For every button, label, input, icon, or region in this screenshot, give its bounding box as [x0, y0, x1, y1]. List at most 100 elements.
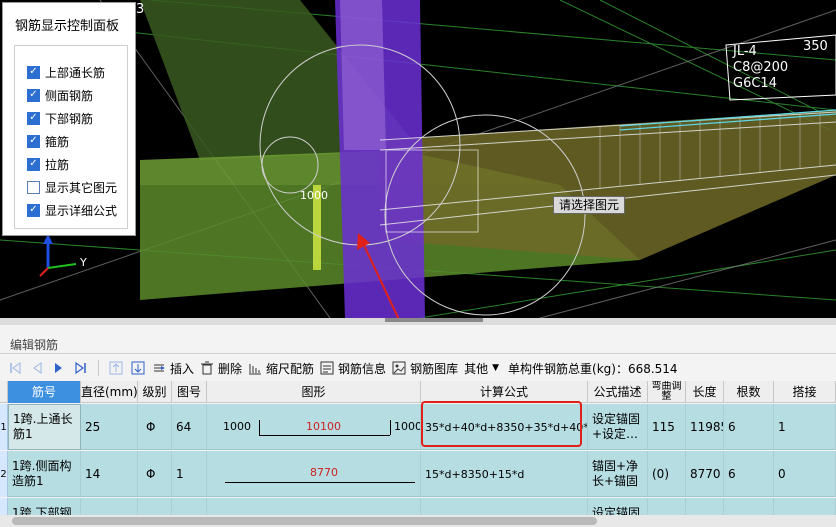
delete-button[interactable]: 删除 — [197, 357, 245, 379]
column-header-length[interactable]: 长度 — [686, 381, 724, 403]
checkbox-checked-icon[interactable] — [27, 111, 40, 125]
cell-bar-name[interactable]: 1跨.侧面构造筋1 — [8, 451, 81, 497]
column-header-count[interactable]: 根数 — [724, 381, 774, 403]
checkbox-checked-icon[interactable] — [27, 134, 40, 148]
rebar-table: 筋号 直径(mm) 级别 图号 图形 计算公式 公式描述 弯曲调整 长度 根数 … — [0, 381, 836, 527]
other-label: 其他 — [464, 361, 489, 376]
cell-description[interactable]: 设定锚固+设定… — [588, 404, 648, 450]
cell-shape[interactable]: 1000 10100 1000 — [207, 404, 421, 450]
column-header-bar-no[interactable]: 筋号 — [8, 381, 81, 403]
next-record-icon[interactable] — [48, 357, 70, 379]
column-header-grade[interactable]: 级别 — [138, 381, 172, 403]
table-row[interactable]: 2 1跨.侧面构造筋1 14 Φ 1 8770 15*d+8350+15*d 锚… — [0, 451, 836, 497]
cell-description[interactable]: 锚固+净长+锚固 — [588, 451, 648, 497]
checkbox-unchecked-icon[interactable] — [27, 180, 40, 194]
shape-mid-dim: 10100 — [306, 420, 341, 433]
shape-mid-dim: 8770 — [310, 466, 338, 479]
option-label: 显示其它图元 — [45, 180, 118, 195]
cell-length[interactable]: 8770 — [686, 451, 724, 497]
shape-right-dim: 1000 — [394, 420, 421, 433]
scale-rebar-button[interactable]: 缩尺配筋 — [245, 357, 317, 379]
table-row[interactable]: 1 1跨.上通长筋1 25 Φ 64 1000 10100 1000 35*d+… — [0, 404, 836, 450]
chevron-down-icon: ▼ — [492, 363, 500, 373]
checkbox-checked-icon[interactable] — [27, 88, 40, 102]
column-header-shape[interactable]: 图形 — [207, 381, 421, 403]
row-header-corner — [0, 381, 8, 403]
option-bottom-rebar[interactable]: 下部钢筋 — [27, 109, 93, 127]
total-weight-label: 单构件钢筋总重(kg)：668.514 — [508, 361, 678, 376]
move-up-icon[interactable] — [105, 357, 127, 379]
option-side-rebar[interactable]: 侧面钢筋 — [27, 86, 93, 104]
option-label: 箍筋 — [45, 134, 70, 149]
option-top-continuous-rebar[interactable]: 上部通长筋 — [27, 63, 105, 81]
image-library-icon — [392, 361, 406, 375]
control-panel-title: 钢筋显示控制面板 — [15, 19, 120, 34]
row-index[interactable]: 2 — [0, 451, 8, 497]
option-stirrup[interactable]: 箍筋 — [27, 132, 69, 150]
cell-shape[interactable]: 8770 — [207, 451, 421, 497]
cell-grade[interactable]: Φ — [138, 451, 172, 497]
cell-formula[interactable]: 15*d+8350+15*d — [421, 451, 588, 497]
shape-bar-line — [225, 482, 415, 483]
cell-count[interactable]: 6 — [724, 404, 774, 450]
rebar-library-label: 钢筋图库 — [410, 361, 459, 376]
rebar-info-label: 钢筋信息 — [338, 361, 387, 376]
cell-grade[interactable]: Φ — [138, 404, 172, 450]
option-show-other-elements[interactable]: 显示其它图元 — [27, 178, 117, 196]
insert-label: 插入 — [170, 361, 195, 376]
cell-length[interactable]: 11985 — [686, 404, 724, 450]
column-header-diameter[interactable]: 直径(mm) — [81, 381, 138, 403]
scale-bars-icon — [248, 361, 262, 375]
trash-icon — [200, 361, 214, 375]
cell-count[interactable]: 6 — [724, 451, 774, 497]
edit-rebar-panel: 编辑钢筋 插入 删除 缩尺配筋 钢筋信息 钢筋图库 其他 ▼ 单构件钢筋总重(k… — [0, 325, 836, 527]
cell-figure-no[interactable]: 64 — [172, 404, 207, 450]
table-header: 筋号 直径(mm) 级别 图号 图形 计算公式 公式描述 弯曲调整 长度 根数 … — [0, 381, 836, 403]
cell-lap[interactable]: 0 — [774, 451, 836, 497]
row-index[interactable]: 1 — [0, 404, 8, 450]
axis-y-label: Y — [80, 256, 87, 269]
option-show-detailed-formula[interactable]: 显示详细公式 — [27, 201, 117, 219]
move-down-icon[interactable] — [127, 357, 149, 379]
last-record-icon[interactable] — [70, 357, 92, 379]
rebar-info-button[interactable]: 钢筋信息 — [317, 357, 389, 379]
checkbox-checked-icon[interactable] — [27, 65, 40, 79]
column-header-formula[interactable]: 计算公式 — [421, 381, 588, 403]
checkbox-checked-icon[interactable] — [27, 157, 40, 171]
shape-hook-left — [259, 420, 260, 435]
column-header-lap[interactable]: 搭接 — [774, 381, 836, 403]
cell-bend-adjust[interactable]: (0) — [648, 451, 686, 497]
select-element-tooltip: 请选择图元 — [553, 196, 626, 214]
divider — [0, 353, 836, 354]
scrollbar-thumb[interactable] — [12, 517, 597, 525]
cell-bar-name[interactable]: 1跨.上通长筋1 — [8, 404, 81, 450]
previous-record-icon[interactable] — [26, 357, 48, 379]
shape-hook-right — [390, 420, 391, 435]
option-label: 下部钢筋 — [45, 111, 94, 126]
checkbox-checked-icon[interactable] — [27, 203, 40, 217]
beam-label-side: G6C14 — [733, 76, 777, 91]
shape-bar-line — [259, 435, 390, 436]
info-list-icon — [320, 361, 334, 375]
option-label: 显示详细公式 — [45, 203, 118, 218]
cell-lap[interactable]: 1 — [774, 404, 836, 450]
option-tie-bar[interactable]: 拉筋 — [27, 155, 69, 173]
option-label: 上部通长筋 — [45, 65, 106, 80]
insert-button[interactable]: 插入 — [149, 357, 197, 379]
cell-bend-adjust[interactable]: 115 — [648, 404, 686, 450]
insert-icon — [152, 361, 166, 375]
toolbar-separator — [98, 360, 99, 376]
rebar-toolbar: 插入 删除 缩尺配筋 钢筋信息 钢筋图库 其他 ▼ 单构件钢筋总重(kg)：66… — [0, 356, 836, 380]
cell-figure-no[interactable]: 1 — [172, 451, 207, 497]
splitter-grip[interactable] — [385, 318, 483, 322]
column-header-description[interactable]: 公式描述 — [588, 381, 648, 403]
first-record-icon[interactable] — [4, 357, 26, 379]
cell-diameter[interactable]: 25 — [81, 404, 138, 450]
other-menu-button[interactable]: 其他 ▼ — [461, 357, 502, 379]
delete-label: 删除 — [218, 361, 243, 376]
column-header-figure-no[interactable]: 图号 — [172, 381, 207, 403]
column-header-bend-adjust[interactable]: 弯曲调整 — [648, 381, 686, 403]
cell-diameter[interactable]: 14 — [81, 451, 138, 497]
rebar-library-button[interactable]: 钢筋图库 — [389, 357, 461, 379]
dimension-label-1000: 1000 — [300, 189, 328, 202]
